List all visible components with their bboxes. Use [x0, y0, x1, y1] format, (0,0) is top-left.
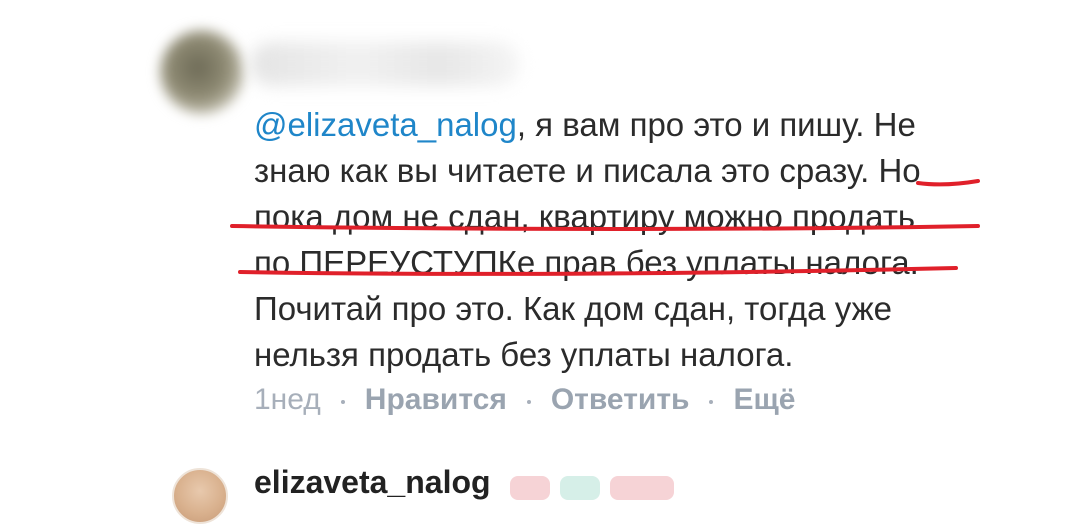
reply-button[interactable]: Ответить [551, 378, 690, 422]
next-commenter-badges [510, 476, 674, 500]
mention-link[interactable]: @elizaveta_nalog [254, 106, 517, 143]
like-button[interactable]: Нравится [365, 378, 507, 422]
comment-timestamp: 1нед [254, 383, 321, 416]
comment-line-2: знаю как вы читаете и писала это сразу. … [254, 152, 921, 189]
comment-line-6: нельзя продать без уплаты налога. [254, 336, 794, 373]
commenter-name-blurred[interactable] [250, 42, 520, 86]
comment-line-3: пока дом не сдан, квартиру можно продать [254, 198, 916, 235]
comment-actions: 1нед Нравится Ответить Ещё [254, 378, 796, 422]
comment-line-1: , я вам про это и пишу. Не [516, 106, 916, 143]
badge-pill [610, 476, 674, 500]
next-commenter-avatar[interactable] [172, 468, 228, 524]
separator-dot [340, 400, 345, 404]
badge-pill [510, 476, 550, 500]
next-commenter-name[interactable]: elizaveta_nalog [254, 462, 491, 502]
comment-body: @elizaveta_nalog, я вам про это и пишу. … [254, 102, 994, 378]
commenter-avatar-blurred[interactable] [160, 30, 244, 114]
comment-line-4: по ПЕРЕУСТУПКе прав без уплаты налога. [254, 244, 919, 281]
badge-pill [560, 476, 600, 500]
separator-dot [709, 400, 714, 404]
comment-line-5: Почитай про это. Как дом сдан, тогда уже [254, 290, 893, 327]
separator-dot [526, 400, 531, 404]
more-button[interactable]: Ещё [733, 378, 795, 422]
